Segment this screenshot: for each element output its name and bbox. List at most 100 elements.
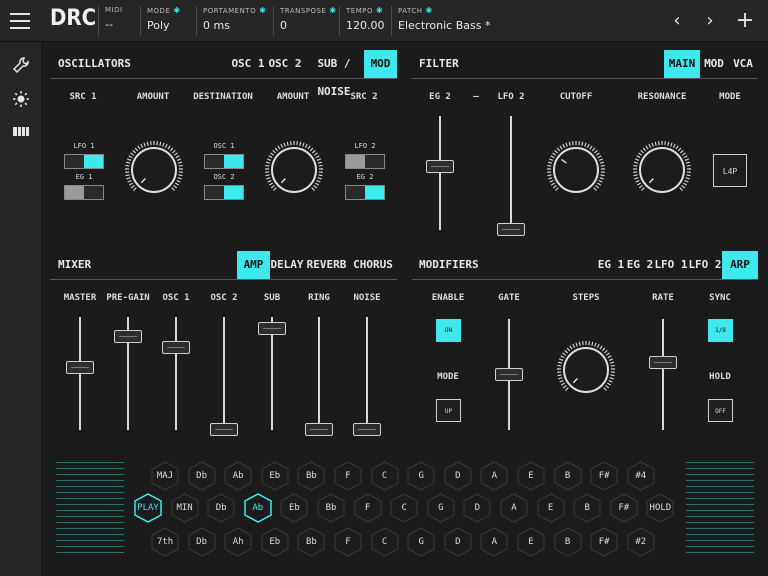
key-b[interactable]: B — [553, 527, 583, 557]
key-c[interactable]: C — [370, 461, 400, 491]
tab-eg-1[interactable]: EG 1 — [596, 251, 626, 279]
toggle-src1-lfo1[interactable] — [64, 154, 104, 169]
arp-mode-button[interactable]: UP — [436, 399, 461, 422]
key-play[interactable]: PLAY — [133, 493, 163, 523]
toggle-src2-lfo2[interactable] — [345, 154, 385, 169]
tab-vca[interactable]: VCA — [728, 50, 758, 78]
piano-keys-icon[interactable] — [10, 124, 32, 144]
key-bb[interactable]: Bb — [296, 461, 326, 491]
amount2-knob[interactable] — [264, 140, 324, 200]
key-7th[interactable]: 7th — [150, 527, 180, 557]
key-f[interactable]: F — [333, 527, 363, 557]
mixer-pre-gain-slider-handle[interactable] — [114, 330, 142, 344]
tab-amp[interactable]: AMP — [237, 251, 270, 279]
add-patch-button[interactable]: + — [734, 9, 756, 33]
key-hold[interactable]: HOLD — [645, 493, 675, 523]
tab-lfo-2[interactable]: LFO 2 — [688, 251, 722, 279]
key-sharp2[interactable]: #2 — [626, 527, 656, 557]
filter-mode-button[interactable]: L4P — [713, 154, 747, 187]
lfo2-slider-handle[interactable] — [497, 223, 525, 236]
amount1-knob[interactable] — [124, 140, 184, 200]
mixer-ring-slider-handle[interactable] — [305, 423, 333, 436]
key-c[interactable]: C — [389, 493, 419, 523]
key-eb[interactable]: Eb — [260, 527, 290, 557]
key-g[interactable]: G — [406, 527, 436, 557]
tab-lfo-1[interactable]: LFO 1 — [654, 251, 688, 279]
tab-eg-2[interactable]: EG 2 — [626, 251, 654, 279]
key-db[interactable]: Db — [187, 527, 217, 557]
key-maj[interactable]: MAJ — [150, 461, 180, 491]
arp-hold-button[interactable]: OFF — [708, 399, 733, 422]
tab-osc-2[interactable]: OSC 2 — [266, 50, 304, 78]
gear-icon[interactable]: ✱ — [426, 6, 433, 15]
key-bb[interactable]: Bb — [316, 493, 346, 523]
rate-slider-handle[interactable] — [649, 356, 677, 370]
key-g[interactable]: G — [406, 461, 436, 491]
key-db[interactable]: Db — [206, 493, 236, 523]
tab-osc-1[interactable]: OSC 1 — [230, 50, 266, 78]
key-a[interactable]: A — [479, 527, 509, 557]
key-g[interactable]: G — [426, 493, 456, 523]
eg2-slider-handle[interactable] — [426, 160, 454, 174]
key-db[interactable]: Db — [187, 461, 217, 491]
tab-delay[interactable]: DELAY — [270, 251, 304, 279]
mixer-master-slider-handle[interactable] — [66, 360, 94, 374]
tab-chorus[interactable]: CHORUS — [349, 251, 397, 279]
tab-mod[interactable]: MOD — [700, 50, 728, 78]
key-f[interactable]: F — [333, 461, 363, 491]
gear-icon[interactable]: ✱ — [376, 6, 383, 15]
previous-patch-button[interactable]: ‹ — [666, 9, 688, 33]
toggle-src1-eg1[interactable] — [64, 185, 104, 200]
key-fsharp[interactable]: F# — [589, 461, 619, 491]
key-a[interactable]: A — [479, 461, 509, 491]
mixer-osc-2-slider-handle[interactable] — [210, 423, 238, 436]
header-field-patch[interactable]: PATCH ✱ Electronic Bass * — [391, 6, 490, 36]
key-min[interactable]: MIN — [170, 493, 200, 523]
key-fsharp[interactable]: F# — [609, 493, 639, 523]
key-a[interactable]: A — [499, 493, 529, 523]
key-d[interactable]: D — [443, 527, 473, 557]
tab-reverb[interactable]: REVERB — [304, 251, 349, 279]
wrench-icon[interactable] — [10, 56, 32, 76]
tab-main[interactable]: MAIN — [664, 50, 700, 78]
key-f[interactable]: F — [353, 493, 383, 523]
toggle-dest-osc1[interactable] — [204, 154, 244, 169]
key-d[interactable]: D — [443, 461, 473, 491]
key-d[interactable]: D — [462, 493, 492, 523]
arp-enable-button[interactable]: ON — [436, 319, 461, 342]
key-c[interactable]: C — [370, 527, 400, 557]
key-e[interactable]: E — [516, 461, 546, 491]
key-ab[interactable]: Ab — [243, 493, 273, 523]
tab-mod[interactable]: MOD — [364, 50, 397, 78]
mixer-osc-1-slider-handle[interactable] — [162, 340, 190, 354]
steps-knob[interactable] — [556, 340, 616, 400]
key-eb[interactable]: Eb — [279, 493, 309, 523]
cutoff-knob[interactable] — [546, 140, 606, 200]
gate-slider-handle[interactable] — [495, 367, 523, 381]
key-b[interactable]: B — [572, 493, 602, 523]
hamburger-menu-icon[interactable] — [8, 9, 34, 33]
key-bb[interactable]: Bb — [296, 527, 326, 557]
resonance-knob[interactable] — [632, 140, 692, 200]
tab-arp[interactable]: ARP — [722, 251, 758, 279]
next-patch-button[interactable]: › — [699, 9, 721, 33]
gear-icon[interactable]: ✱ — [173, 6, 180, 15]
toggle-dest-osc2[interactable] — [204, 185, 244, 200]
brightness-icon[interactable] — [10, 90, 32, 110]
key-eb[interactable]: Eb — [260, 461, 290, 491]
key-fsharp[interactable]: F# — [589, 527, 619, 557]
key-sharp4[interactable]: #4 — [626, 461, 656, 491]
gear-icon[interactable]: ✱ — [259, 6, 266, 15]
key-ab[interactable]: Ab — [223, 461, 253, 491]
key-b[interactable]: B — [553, 461, 583, 491]
header-field-transpose[interactable]: TRANSPOSE ✱ 0 — [273, 6, 337, 36]
header-field-midi[interactable]: MIDI -- — [98, 6, 123, 36]
header-field-mode[interactable]: MODE ✱ Poly — [140, 6, 181, 36]
key-e[interactable]: E — [516, 527, 546, 557]
mixer-sub-slider-handle[interactable] — [258, 322, 286, 336]
header-field-portamento[interactable]: PORTAMENTO ✱ 0 ms — [196, 6, 266, 36]
arp-sync-button[interactable]: 1/8 — [708, 319, 733, 342]
tab-sub-noise[interactable]: SUB / NOISE — [304, 50, 364, 98]
toggle-src2-eg2[interactable] — [345, 185, 385, 200]
header-field-tempo[interactable]: TEMPO ✱ 120.00 — [339, 6, 385, 36]
